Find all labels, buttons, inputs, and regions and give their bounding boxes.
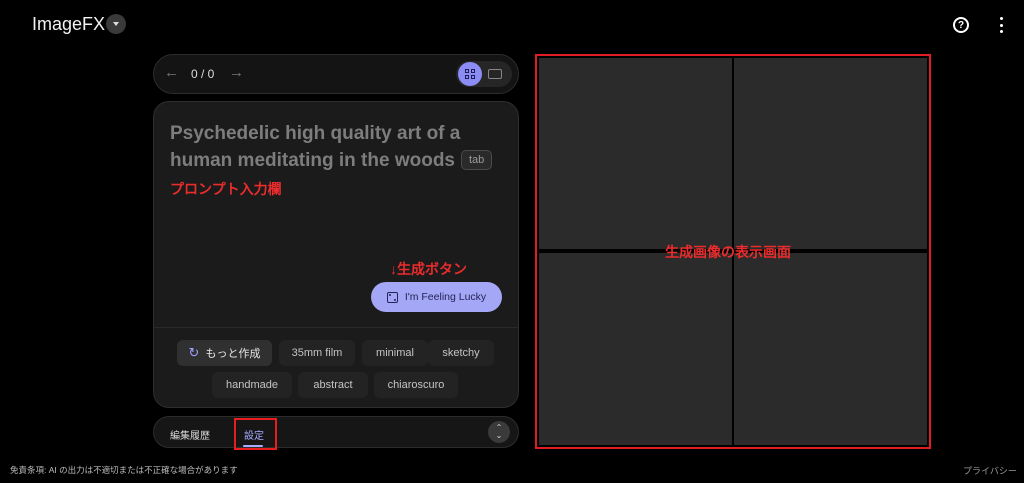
- generated-image-panel: 生成画像の表示画面: [535, 54, 931, 449]
- style-chip[interactable]: abstract: [298, 372, 368, 398]
- feeling-lucky-button[interactable]: I'm Feeling Lucky: [371, 282, 502, 312]
- prompt-input[interactable]: Psychedelic high quality art of a human …: [170, 120, 500, 174]
- image-navigator: ← 0 / 0 →: [153, 54, 519, 94]
- tab-edit-history[interactable]: 編集履歴: [170, 427, 210, 442]
- single-view-icon[interactable]: [488, 69, 502, 79]
- style-chip[interactable]: chiaroscuro: [374, 372, 458, 398]
- more-vert-icon[interactable]: [994, 16, 1008, 34]
- view-mode-toggle: [456, 61, 512, 87]
- image-counter: 0 / 0: [191, 67, 215, 81]
- generate-annotation: ↓生成ボタン: [390, 261, 467, 277]
- prompt-annotation: プロンプト入力欄: [170, 181, 282, 197]
- prompt-card: Psychedelic high quality art of a human …: [153, 101, 519, 408]
- tab-hint-badge: tab: [461, 150, 493, 170]
- style-chip[interactable]: sketchy: [428, 340, 494, 366]
- settings-highlight-box: [234, 418, 277, 450]
- dice-icon: [386, 291, 398, 303]
- disclaimer-text: 免責条項: AI の出力は不適切または不正確な場合があります: [10, 465, 238, 475]
- divider: [154, 327, 518, 328]
- style-chip[interactable]: handmade: [212, 372, 292, 398]
- prev-arrow-icon[interactable]: ←: [164, 64, 179, 81]
- refresh-icon: ↻: [188, 345, 200, 360]
- chevron-down-icon: ⌄: [495, 431, 503, 440]
- image-placeholder[interactable]: [539, 253, 732, 445]
- image-placeholder[interactable]: [734, 58, 927, 249]
- prompt-text[interactable]: Psychedelic high quality art of a human …: [170, 123, 460, 171]
- grid-view-icon[interactable]: [458, 62, 482, 86]
- image-placeholder[interactable]: [734, 253, 927, 445]
- next-arrow-icon[interactable]: →: [229, 64, 244, 81]
- style-chip[interactable]: 35mm film: [279, 340, 355, 366]
- top-bar: ImageFX ?: [0, 0, 1024, 50]
- privacy-link[interactable]: プライバシー: [963, 464, 1017, 477]
- bottom-tab-bar: 編集履歴 設定 ⌃ ⌄: [153, 416, 519, 450]
- expand-collapse-button[interactable]: ⌃ ⌄: [488, 421, 510, 443]
- app-title[interactable]: ImageFX: [32, 14, 105, 35]
- image-area-annotation: 生成画像の表示画面: [665, 244, 791, 260]
- app-switcher-dropdown-icon[interactable]: [106, 14, 126, 34]
- more-create-button[interactable]: ↻ もっと作成: [177, 340, 272, 366]
- more-create-label: もっと作成: [205, 348, 261, 360]
- feeling-lucky-label: I'm Feeling Lucky: [404, 291, 487, 303]
- image-placeholder[interactable]: [539, 58, 732, 249]
- help-icon[interactable]: ?: [953, 17, 969, 33]
- style-chip[interactable]: minimal: [362, 340, 428, 366]
